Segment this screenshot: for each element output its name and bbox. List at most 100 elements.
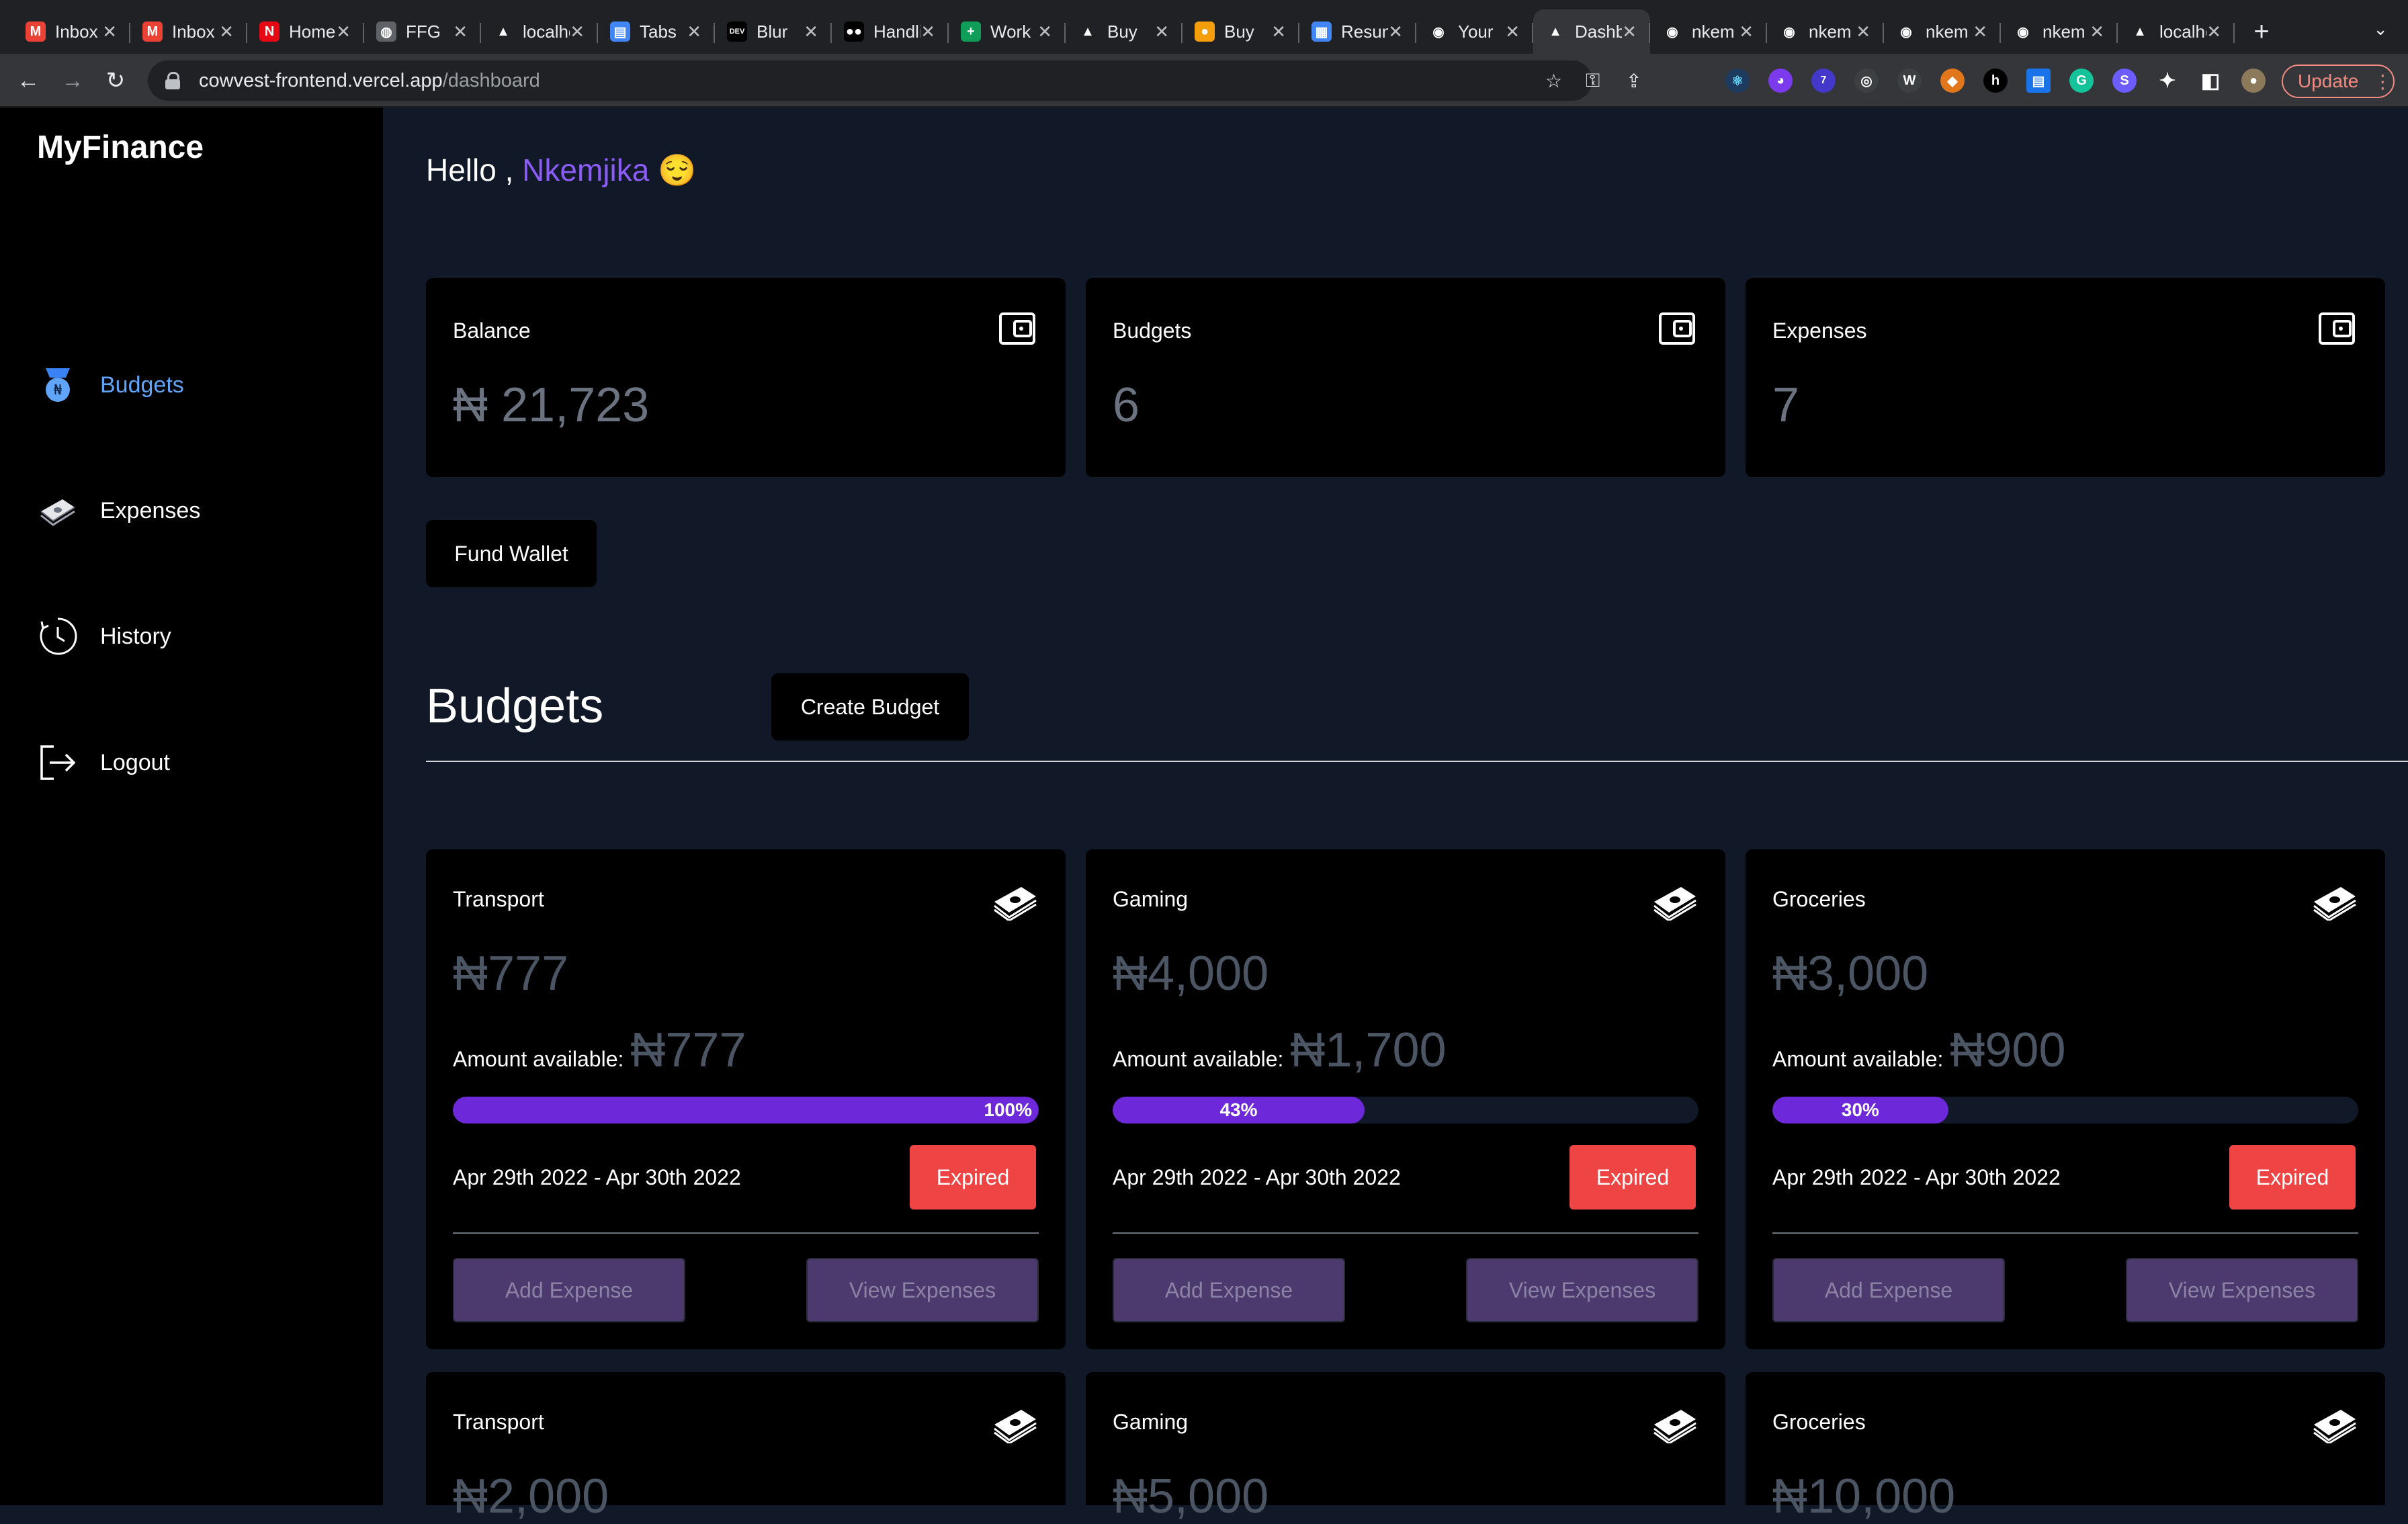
- budget-amount: ₦777: [453, 947, 569, 1001]
- reload-icon[interactable]: ↻: [101, 66, 130, 95]
- browser-tab[interactable]: ◉ Your ✕: [1416, 9, 1533, 54]
- browser-tab[interactable]: ▤ Tabs ✕: [598, 9, 715, 54]
- sidebar-item-label: Budgets: [100, 372, 184, 398]
- view-expenses-button[interactable]: View Expenses: [2126, 1258, 2358, 1322]
- target-icon[interactable]: ◎: [1854, 69, 1879, 93]
- budget-name: Gaming: [1113, 887, 1189, 911]
- tab-close-icon[interactable]: ✕: [1856, 22, 1870, 42]
- browser-tab[interactable]: ◉ nkem ✕: [1650, 9, 1767, 54]
- tab-close-icon[interactable]: ✕: [570, 22, 585, 42]
- sidebar-item-expenses[interactable]: Expenses: [37, 487, 200, 534]
- sidebar-item-logout[interactable]: Logout: [37, 739, 170, 786]
- add-expense-button[interactable]: Add Expense: [1113, 1258, 1345, 1322]
- view-expenses-button[interactable]: View Expenses: [806, 1258, 1039, 1322]
- menu-kebab-icon[interactable]: ⋮: [2373, 71, 2392, 93]
- grammarly-icon[interactable]: G: [2069, 69, 2094, 93]
- tab-close-icon[interactable]: ✕: [1037, 22, 1052, 42]
- browser-tab[interactable]: ◍ FFG ✕: [364, 9, 481, 54]
- browser-tab[interactable]: N Home ✕: [247, 9, 364, 54]
- tab-title: Tabs: [640, 21, 677, 42]
- stat-card-budgets: Budgets 6: [1086, 278, 1725, 477]
- puzzle-extensions-icon[interactable]: ✦: [2155, 69, 2180, 93]
- browser-tab[interactable]: M Inbox ✕: [13, 9, 130, 54]
- color-picker-icon[interactable]: ◕: [1768, 69, 1793, 93]
- extension-badge-icon[interactable]: 7: [1811, 69, 1836, 93]
- lock-icon[interactable]: [165, 72, 180, 89]
- tab-close-icon[interactable]: ✕: [102, 22, 117, 42]
- github-icon: ◉: [1779, 22, 1799, 42]
- react-devtools-icon[interactable]: ⚛: [1725, 69, 1750, 93]
- tab-close-icon[interactable]: ✕: [1388, 22, 1403, 42]
- tab-title: localhost: [523, 21, 570, 42]
- tab-close-icon[interactable]: ✕: [2206, 22, 2221, 42]
- browser-tab[interactable]: ▲ Dashboard✕: [1533, 9, 1650, 54]
- wallet-icon: [999, 312, 1035, 345]
- browser-tab[interactable]: DEV Blur ✕: [715, 9, 832, 54]
- wappalyzer-icon[interactable]: W: [1897, 69, 1922, 93]
- tab-close-icon[interactable]: ✕: [687, 22, 701, 42]
- browser-tab[interactable]: ◉ nkem ✕: [1767, 9, 1884, 54]
- sidebar-item-label: Logout: [100, 749, 170, 775]
- tab-close-icon[interactable]: ✕: [1154, 22, 1169, 42]
- tab-title: nkem: [1926, 21, 1969, 42]
- update-label: Update: [2298, 71, 2359, 91]
- tab-close-icon[interactable]: ✕: [219, 22, 234, 42]
- metamask-fox-icon[interactable]: ◆: [1940, 69, 1965, 93]
- hashnode-icon[interactable]: h: [1983, 69, 2008, 93]
- github-icon: ◉: [1428, 22, 1449, 42]
- browser-tab[interactable]: ▲ Buy ✕: [1066, 9, 1182, 54]
- profile-avatar[interactable]: ●: [2241, 69, 2266, 93]
- tab-close-icon[interactable]: ✕: [1739, 22, 1754, 42]
- browser-tab[interactable]: ◉ nkem ✕: [2001, 9, 2118, 54]
- browser-tab[interactable]: + Work ✕: [949, 9, 1066, 54]
- stripe-ext-icon[interactable]: S: [2112, 69, 2137, 93]
- tab-search-chevron-icon[interactable]: ⌄: [2373, 19, 2388, 40]
- amount-available: Amount available: ₦1,700: [1113, 1023, 1447, 1078]
- sidebar-item-history[interactable]: History: [37, 613, 171, 660]
- sidebar-item-budgets[interactable]: ₦ Budgets: [37, 362, 184, 409]
- tab-close-icon[interactable]: ✕: [1973, 22, 1987, 42]
- back-arrow-icon[interactable]: ←: [13, 66, 43, 95]
- share-icon[interactable]: ⇪: [1626, 70, 1641, 92]
- create-budget-button[interactable]: Create Budget: [771, 673, 969, 740]
- browser-tab[interactable]: ● Buy ✕: [1182, 9, 1299, 54]
- budget-progress-bar: 43%: [1113, 1097, 1698, 1124]
- tab-close-icon[interactable]: ✕: [920, 22, 935, 42]
- add-expense-button[interactable]: Add Expense: [1772, 1258, 2005, 1322]
- tab-title: Inbox: [172, 21, 215, 42]
- card-divider: [1772, 1232, 2358, 1234]
- tab-close-icon[interactable]: ✕: [1505, 22, 1520, 42]
- available-value: ₦900: [1950, 1023, 2066, 1077]
- browser-tab[interactable]: ▲ localhost✕: [2118, 9, 2235, 54]
- add-expense-button[interactable]: Add Expense: [453, 1258, 685, 1322]
- browser-update-button[interactable]: Update ⋮: [2282, 65, 2395, 98]
- progress-label: 30%: [1841, 1099, 1879, 1120]
- gmail-icon: M: [26, 22, 46, 42]
- browser-tab[interactable]: M Inbox ✕: [130, 9, 247, 54]
- status-badge: Expired: [1570, 1145, 1696, 1210]
- tab-title: Your: [1458, 21, 1494, 42]
- tab-close-icon[interactable]: ✕: [336, 22, 351, 42]
- tab-close-icon[interactable]: ✕: [2090, 22, 2104, 42]
- card-divider: [1113, 1232, 1698, 1234]
- star-icon[interactable]: ☆: [1545, 70, 1562, 92]
- key-icon[interactable]: ⚿: [1586, 70, 1600, 92]
- tab-close-icon[interactable]: ✕: [1271, 22, 1286, 42]
- browser-tab[interactable]: ●● Handling✕: [832, 9, 949, 54]
- fund-wallet-button[interactable]: Fund Wallet: [426, 520, 597, 587]
- forward-arrow-icon[interactable]: →: [58, 66, 87, 95]
- browser-tab[interactable]: ▲ localhost✕: [481, 9, 598, 54]
- wallet-icon: [1659, 312, 1695, 345]
- docs-ext-icon[interactable]: ▤: [2026, 69, 2051, 93]
- browser-tab[interactable]: ◉ nkem ✕: [1884, 9, 2001, 54]
- view-expenses-button[interactable]: View Expenses: [1466, 1258, 1698, 1322]
- browser-tab[interactable]: ▦ Resume✕: [1299, 9, 1416, 54]
- tab-close-icon[interactable]: ✕: [1622, 22, 1637, 42]
- address-bar[interactable]: cowvest-frontend.vercel.app/dashboard ⚿ …: [148, 60, 1641, 101]
- new-tab-button[interactable]: +: [2241, 9, 2282, 54]
- tab-close-icon[interactable]: ✕: [804, 22, 818, 42]
- user-name: Nkemjika: [522, 153, 650, 187]
- tab-title: Resume: [1341, 21, 1388, 42]
- tab-close-icon[interactable]: ✕: [453, 22, 468, 42]
- side-panel-icon[interactable]: ◧: [2198, 69, 2223, 93]
